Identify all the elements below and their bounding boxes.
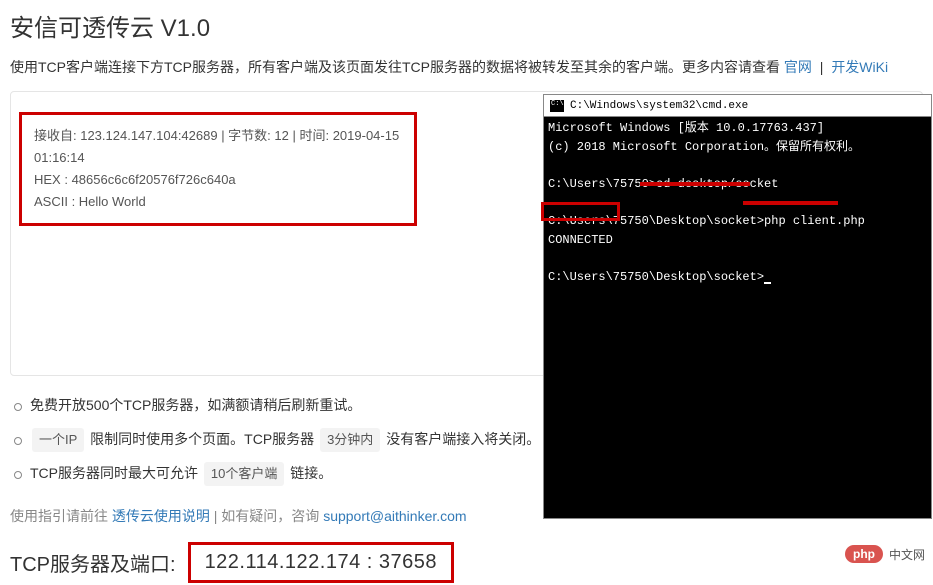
- link-official[interactable]: 官网: [784, 59, 812, 75]
- page-title: 安信可透传云 V1.0: [0, 0, 933, 57]
- received-box: 接收自: 123.124.147.104:42689 | 字节数: 12 | 时…: [19, 112, 417, 226]
- received-ascii: ASCII : Hello World: [34, 191, 402, 213]
- received-hex: HEX : 48656c6c6f20576f726c640a: [34, 169, 402, 191]
- guide-pre: 使用指引请前往: [10, 508, 112, 524]
- watermark: php 中文网: [845, 545, 925, 563]
- cmd-l7: CONNECTED: [548, 233, 613, 247]
- intro-sep: |: [820, 59, 824, 75]
- bullet-2-text1: 限制同时使用多个页面。TCP服务器: [86, 431, 318, 447]
- cmd-window[interactable]: C:\Windows\system32\cmd.exe Microsoft Wi…: [543, 94, 932, 519]
- server-port-row: TCP服务器及端口: 122.114.122.174 : 37658: [0, 540, 933, 585]
- highlight-php-cmd: [743, 201, 838, 205]
- cmd-l1: Microsoft Windows [版本 10.0.17763.437]: [548, 121, 824, 135]
- badge-one-ip: 一个IP: [32, 428, 84, 452]
- bullet-3-text1: TCP服务器同时最大可允许: [30, 465, 202, 481]
- guide-mid: | 如有疑问，咨询: [214, 508, 323, 524]
- link-wiki[interactable]: 开发WiKi: [831, 59, 888, 75]
- watermark-text: 中文网: [889, 546, 925, 563]
- guide-link[interactable]: 透传云使用说明: [112, 508, 210, 524]
- server-port-label: TCP服务器及端口:: [10, 548, 176, 577]
- bullet-list: 免费开放500个TCP服务器，如满额请稍后刷新重试。 一个IP 限制同时使用多个…: [10, 394, 923, 486]
- cmd-l9: C:\Users\75750\Desktop\socket>: [548, 270, 764, 284]
- cmd-icon: [550, 100, 564, 112]
- bullet-1-text: 免费开放500个TCP服务器，如满额请稍后刷新重试。: [30, 397, 361, 413]
- highlight-cd-cmd: [640, 182, 750, 186]
- badge-3min: 3分钟内: [320, 428, 380, 452]
- bullet-2-text2: 没有客户端接入将关闭。: [382, 431, 540, 447]
- bullet-3-text2: 链接。: [286, 465, 332, 481]
- support-email[interactable]: support@aithinker.com: [323, 508, 466, 524]
- bullet-3: TCP服务器同时最大可允许 10个客户端 链接。: [10, 462, 923, 486]
- intro-text: 使用TCP客户端连接下方TCP服务器，所有客户端及该页面发往TCP服务器的数据将…: [10, 59, 784, 75]
- cmd-titlebar[interactable]: C:\Windows\system32\cmd.exe: [544, 95, 931, 117]
- bullet-2: 一个IP 限制同时使用多个页面。TCP服务器 3分钟内 没有客户端接入将关闭。: [10, 428, 923, 452]
- watermark-pill: php: [845, 545, 883, 563]
- cmd-title: C:\Windows\system32\cmd.exe: [570, 100, 748, 112]
- intro-line: 使用TCP客户端连接下方TCP服务器，所有客户端及该页面发往TCP服务器的数据将…: [0, 57, 933, 91]
- badge-10clients: 10个客户端: [204, 462, 284, 486]
- cmd-l2: (c) 2018 Microsoft Corporation。保留所有权利。: [548, 140, 860, 154]
- cmd-body[interactable]: Microsoft Windows [版本 10.0.17763.437] (c…: [544, 117, 931, 363]
- cmd-cursor: [764, 282, 771, 284]
- bullet-1: 免费开放500个TCP服务器，如满额请稍后刷新重试。: [10, 394, 923, 418]
- server-port-value: 122.114.122.174 : 37658: [188, 542, 454, 583]
- received-meta: 接收自: 123.124.147.104:42689 | 字节数: 12 | 时…: [34, 125, 402, 169]
- highlight-connected: [541, 202, 620, 221]
